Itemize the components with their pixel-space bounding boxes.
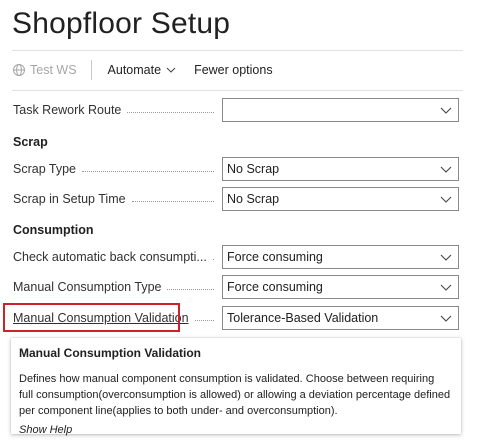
tooltip-body: Defines how manual component consumption… — [19, 373, 451, 417]
test-ws-button[interactable]: Test WS — [12, 58, 77, 82]
page-title: Shopfloor Setup — [12, 7, 231, 40]
field-row-check-auto-back: Check automatic back consumpti... Force … — [13, 245, 459, 269]
leader-dots — [212, 258, 214, 260]
test-ws-label: Test WS — [30, 63, 77, 77]
chevron-down-icon — [440, 196, 452, 203]
check-auto-back-select[interactable]: Force consuming — [222, 245, 459, 269]
section-header-scrap: Scrap — [13, 135, 48, 149]
action-toolbar: Test WS Automate Fewer options — [12, 58, 273, 82]
toolbar-separator — [90, 60, 92, 80]
leader-dots — [127, 111, 214, 113]
globe-icon — [13, 64, 25, 76]
field-help-tooltip: Manual Consumption Validation Defines ho… — [11, 338, 461, 436]
scrap-in-setup-time-select[interactable]: No Scrap — [222, 187, 459, 211]
field-row-manual-consumption-type: Manual Consumption Type Force consuming — [13, 275, 459, 299]
field-value: No Scrap — [227, 162, 280, 176]
leader-dots — [82, 170, 214, 172]
fewer-options-label: Fewer options — [194, 63, 273, 77]
scrap-type-select[interactable]: No Scrap — [222, 157, 459, 181]
field-label: Scrap Type — [13, 162, 77, 176]
divider — [12, 90, 463, 91]
leader-dots — [194, 319, 214, 321]
chevron-down-icon — [440, 315, 452, 322]
fewer-options-button[interactable]: Fewer options — [194, 58, 273, 82]
chevron-down-icon — [440, 166, 452, 173]
automate-menu-button[interactable]: Automate — [108, 58, 177, 82]
chevron-down-icon — [166, 67, 176, 73]
automate-label: Automate — [107, 63, 162, 77]
task-rework-route-select[interactable] — [222, 98, 459, 122]
highlight-box — [3, 303, 180, 332]
leader-dots — [131, 200, 214, 202]
manual-consumption-type-select[interactable]: Force consuming — [222, 275, 459, 299]
field-label: Scrap in Setup Time — [13, 192, 126, 206]
field-value: Tolerance-Based Validation — [227, 311, 379, 325]
show-help-link[interactable]: Show Help — [19, 424, 451, 436]
section-header-consumption: Consumption — [13, 223, 94, 237]
leader-dots — [167, 288, 214, 290]
field-value: Force consuming — [227, 280, 323, 294]
field-label: Check automatic back consumpti... — [13, 250, 207, 264]
tooltip-title: Manual Consumption Validation — [19, 346, 202, 360]
chevron-down-icon — [440, 107, 452, 114]
chevron-down-icon — [440, 284, 452, 291]
manual-consumption-validation-select[interactable]: Tolerance-Based Validation — [222, 306, 459, 330]
field-row-scrap-type: Scrap Type No Scrap — [13, 157, 459, 181]
divider — [12, 50, 463, 51]
field-value: Force consuming — [227, 250, 323, 264]
field-label: Task Rework Route — [13, 103, 122, 117]
field-row-scrap-in-setup-time: Scrap in Setup Time No Scrap — [13, 187, 459, 211]
chevron-down-icon — [440, 254, 452, 261]
field-value: No Scrap — [227, 192, 280, 206]
field-row-task-rework-route: Task Rework Route — [13, 98, 459, 122]
field-label: Manual Consumption Type — [13, 280, 162, 294]
